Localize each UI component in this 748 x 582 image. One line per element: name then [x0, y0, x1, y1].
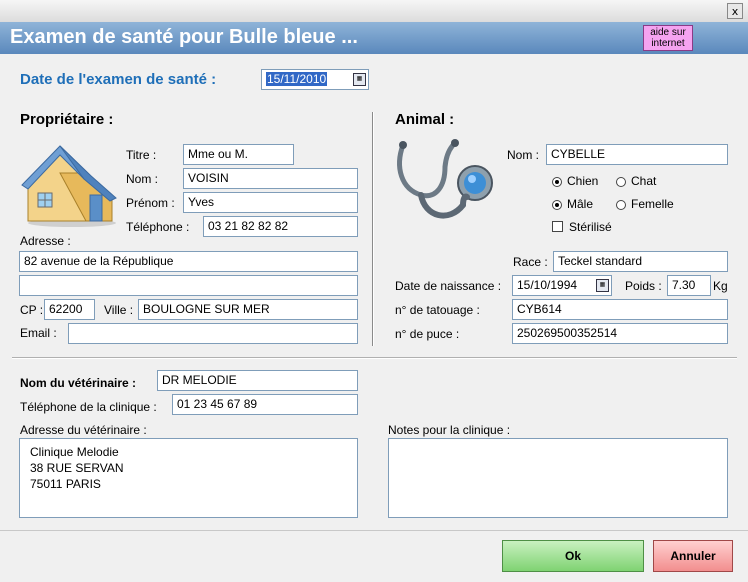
- vet-address-line: Clinique Melodie: [30, 445, 119, 459]
- owner-city-field[interactable]: BOULOGNE SUR MER: [138, 299, 358, 320]
- owner-email-label: Email :: [20, 326, 57, 340]
- owner-title-field[interactable]: Mme ou M.: [183, 144, 294, 165]
- owner-name-field[interactable]: VOISIN: [183, 168, 358, 189]
- sex-radio-femelle[interactable]: [616, 200, 626, 210]
- vertical-separator: [372, 112, 374, 346]
- clinic-notes-label: Notes pour la clinique :: [388, 423, 511, 437]
- animal-name-label: Nom :: [507, 148, 540, 162]
- vet-name-field[interactable]: DR MELODIE: [157, 370, 358, 391]
- species-radio-chien[interactable]: [552, 177, 562, 187]
- horizontal-separator: [12, 357, 737, 359]
- clinic-phone-label: Téléphone de la clinique :: [20, 400, 157, 414]
- species-radio-chat[interactable]: [616, 177, 626, 187]
- weight-label: Poids :: [625, 279, 662, 293]
- tattoo-label: n° de tatouage :: [395, 303, 480, 317]
- exam-date-label: Date de l'examen de santé :: [20, 71, 217, 88]
- owner-name-label: Nom :: [126, 172, 159, 186]
- sex-label-femelle: Femelle: [631, 197, 674, 211]
- vet-address-textarea[interactable]: Clinique Melodie 38 RUE SERVAN 75011 PAR…: [19, 438, 358, 518]
- owner-address-line1-field[interactable]: 82 avenue de la République: [19, 251, 358, 272]
- owner-zip-label: CP :: [20, 303, 44, 317]
- tattoo-field[interactable]: CYB614: [512, 299, 728, 320]
- species-label-chat: Chat: [631, 174, 657, 188]
- footer-separator: [0, 530, 748, 531]
- owner-phone-label: Téléphone :: [126, 220, 190, 234]
- weight-field[interactable]: 7.30: [667, 275, 711, 296]
- exam-date-value: 15/11/2010: [266, 72, 328, 86]
- breed-label: Race :: [513, 255, 548, 269]
- vet-address-line: 75011 PARIS: [30, 477, 101, 491]
- owner-title-label: Titre :: [126, 148, 157, 162]
- clinic-phone-field[interactable]: 01 23 45 67 89: [172, 394, 358, 415]
- owner-phone-field[interactable]: 03 21 82 82 82: [203, 216, 358, 237]
- sex-radio-male[interactable]: [552, 200, 562, 210]
- owner-firstname-label: Prénom :: [126, 196, 175, 210]
- owner-city-label: Ville :: [104, 303, 134, 317]
- breed-field[interactable]: Teckel standard: [553, 251, 728, 272]
- chip-field[interactable]: 250269500352514: [512, 323, 728, 344]
- birth-date-value: 15/10/1994: [517, 278, 578, 292]
- birth-date-field[interactable]: 15/10/1994 ▦: [512, 275, 612, 296]
- house-icon: [21, 145, 117, 227]
- birth-date-label: Date de naissance :: [395, 279, 502, 293]
- vet-name-label: Nom du vétérinaire :: [20, 376, 137, 390]
- animal-section-title: Animal :: [395, 111, 455, 128]
- sterilized-checkbox[interactable]: [552, 221, 563, 232]
- calendar-icon[interactable]: ▦: [353, 73, 366, 86]
- sex-label-male: Mâle: [567, 197, 594, 211]
- cancel-button[interactable]: Annuler: [653, 540, 733, 572]
- vet-address-label: Adresse du vétérinaire :: [20, 423, 147, 437]
- species-label-chien: Chien: [567, 174, 599, 188]
- owner-section-title: Propriétaire :: [20, 111, 114, 128]
- exam-date-field[interactable]: 15/11/2010 ▦: [261, 69, 369, 90]
- chip-label: n° de puce :: [395, 327, 460, 341]
- vet-address-line: 38 RUE SERVAN: [30, 461, 124, 475]
- window-titlebar: [0, 0, 748, 22]
- help-internet-button[interactable]: aide sur internet: [643, 25, 693, 51]
- owner-address-label: Adresse :: [20, 234, 71, 248]
- owner-firstname-field[interactable]: Yves: [183, 192, 358, 213]
- owner-address-line2-field[interactable]: [19, 275, 358, 296]
- dialog-title: Examen de santé pour Bulle bleue ...: [10, 26, 358, 48]
- clinic-notes-textarea[interactable]: [388, 438, 728, 518]
- weight-unit: Kg: [713, 279, 728, 293]
- stethoscope-icon: [397, 139, 493, 219]
- calendar-icon[interactable]: ▦: [596, 279, 609, 292]
- ok-button[interactable]: Ok: [502, 540, 644, 572]
- owner-email-field[interactable]: [68, 323, 358, 344]
- sterilized-label: Stérilisé: [569, 220, 612, 234]
- owner-zip-field[interactable]: 62200: [44, 299, 95, 320]
- animal-name-field[interactable]: CYBELLE: [546, 144, 728, 165]
- close-button[interactable]: x: [727, 3, 743, 19]
